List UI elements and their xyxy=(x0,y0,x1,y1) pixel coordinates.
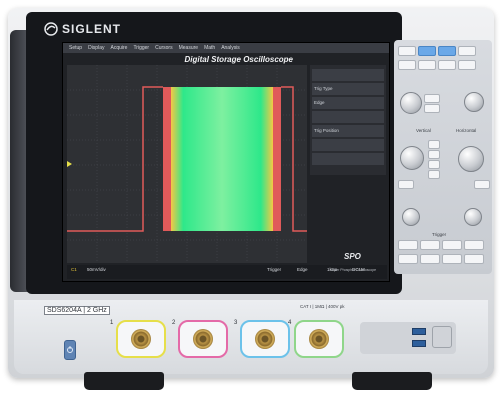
ch2-button[interactable] xyxy=(428,150,440,159)
status-channel[interactable]: C1 xyxy=(71,267,77,272)
trigger-single-button[interactable] xyxy=(464,240,484,250)
measure-button[interactable] xyxy=(418,60,436,70)
menu-item-cursors[interactable]: Cursors xyxy=(155,45,173,51)
right-foot xyxy=(352,372,432,390)
channel-2-input[interactable]: 2 xyxy=(172,320,228,358)
ref-button[interactable] xyxy=(458,60,476,70)
channel-1-number: 1 xyxy=(110,320,114,326)
siglent-logo-icon xyxy=(44,22,58,36)
menu-item-measure[interactable]: Measure xyxy=(179,45,198,51)
control-panel: Vertical Horizontal Trigger xyxy=(394,40,492,274)
brand-logo: SIGLENT xyxy=(44,20,154,38)
ch4-button[interactable] xyxy=(428,170,440,179)
print-button[interactable] xyxy=(398,254,418,264)
ch3-button[interactable] xyxy=(428,160,440,169)
ch1-button[interactable] xyxy=(428,140,440,149)
channel-4-number: 4 xyxy=(288,320,292,326)
trigger-setup-button[interactable] xyxy=(398,240,418,250)
status-trigger: Trigger xyxy=(267,267,282,272)
side-menu-item-5[interactable]: Trig Position xyxy=(312,125,384,137)
bnc-connector-icon[interactable] xyxy=(193,329,213,349)
trigger-label: Trigger xyxy=(432,232,447,237)
channel-4-input[interactable]: 4 xyxy=(288,320,344,358)
usb-port-icon[interactable] xyxy=(412,328,426,335)
math-button[interactable] xyxy=(438,60,456,70)
usb-panel xyxy=(360,322,456,354)
side-menu-item-4[interactable] xyxy=(312,111,384,123)
waveform-trace-left xyxy=(67,86,163,232)
display-screen: Setup Display Acquire Trigger Cursors Me… xyxy=(62,42,390,282)
trigger-normal-button[interactable] xyxy=(442,240,462,250)
power-button[interactable] xyxy=(64,340,76,360)
search-button[interactable] xyxy=(424,104,440,113)
channel-1-input[interactable]: 1 xyxy=(110,320,166,358)
cursors-button[interactable] xyxy=(398,60,416,70)
horizontal-scale-knob[interactable] xyxy=(458,146,484,172)
vertical-scale-knob[interactable] xyxy=(400,146,424,170)
side-menu-panel: Trig Type Edge Trig Position xyxy=(310,65,386,175)
side-menu-item-3[interactable]: Edge xyxy=(312,97,384,109)
menu-item-display[interactable]: Display xyxy=(88,45,104,51)
menu-item-math[interactable]: Math xyxy=(204,45,215,51)
default-button[interactable] xyxy=(458,46,476,56)
status-scale: 50mV/div xyxy=(87,267,106,272)
auto-setup-button[interactable] xyxy=(398,46,416,56)
brand-name: SIGLENT xyxy=(62,22,122,36)
channel-3-input[interactable]: 3 xyxy=(234,320,290,358)
save-recall-button[interactable] xyxy=(420,254,440,264)
side-menu-item-1[interactable] xyxy=(312,69,384,81)
menu-item-analysis[interactable]: Analysis xyxy=(221,45,240,51)
trigger-auto-button[interactable] xyxy=(420,240,440,250)
side-menu-item-2[interactable]: Trig Type xyxy=(312,83,384,95)
run-stop-button[interactable] xyxy=(418,46,436,56)
menu-item-acquire[interactable]: Acquire xyxy=(110,45,127,51)
roll-button[interactable] xyxy=(474,180,490,189)
horizontal-position-knob[interactable] xyxy=(464,208,482,226)
zoom-button[interactable] xyxy=(398,180,414,189)
usb-port-icon[interactable] xyxy=(412,340,426,347)
side-menu-item-6[interactable] xyxy=(312,139,384,151)
channel-2-number: 2 xyxy=(172,320,176,326)
power-icon xyxy=(67,346,73,353)
side-menu-item-7[interactable] xyxy=(312,153,384,165)
channel1-level-marker[interactable] xyxy=(67,161,72,167)
menu-bar: Setup Display Acquire Trigger Cursors Me… xyxy=(63,43,389,53)
waveform-trace-right xyxy=(281,86,307,232)
history-button[interactable] xyxy=(424,94,440,103)
screen-title: Digital Storage Oscilloscope xyxy=(184,55,293,64)
bnc-connector-icon[interactable] xyxy=(309,329,329,349)
vertical-position-knob[interactable] xyxy=(402,208,420,226)
trigger-level-knob[interactable] xyxy=(464,92,484,112)
bnc-connector-icon[interactable] xyxy=(255,329,275,349)
spo-logo: SPO xyxy=(344,252,361,261)
utility-button[interactable] xyxy=(442,254,462,264)
menu-item-setup[interactable]: Setup xyxy=(69,45,82,51)
waveform-persistence-fill xyxy=(171,87,273,231)
status-trigger-type: Edge xyxy=(297,267,308,272)
input-rating-text: CAT I | 1MΩ | 400V pk xyxy=(300,304,345,309)
aux-connector[interactable] xyxy=(432,326,452,348)
channel-3-number: 3 xyxy=(234,320,238,326)
decode-button[interactable] xyxy=(464,254,484,264)
horizontal-label: Horizontal xyxy=(456,128,477,133)
waveform-plot xyxy=(67,65,307,263)
single-button[interactable] xyxy=(438,46,456,56)
menu-item-trigger[interactable]: Trigger xyxy=(133,45,149,51)
left-foot xyxy=(84,372,164,390)
bnc-connector-icon[interactable] xyxy=(131,329,151,349)
vertical-label: Vertical xyxy=(416,128,431,133)
spo-tagline: Super Phosphor Oscilloscope xyxy=(330,268,377,272)
adjust-knob[interactable] xyxy=(400,92,422,114)
model-label: SDS6204A | 2 GHz xyxy=(44,306,110,315)
